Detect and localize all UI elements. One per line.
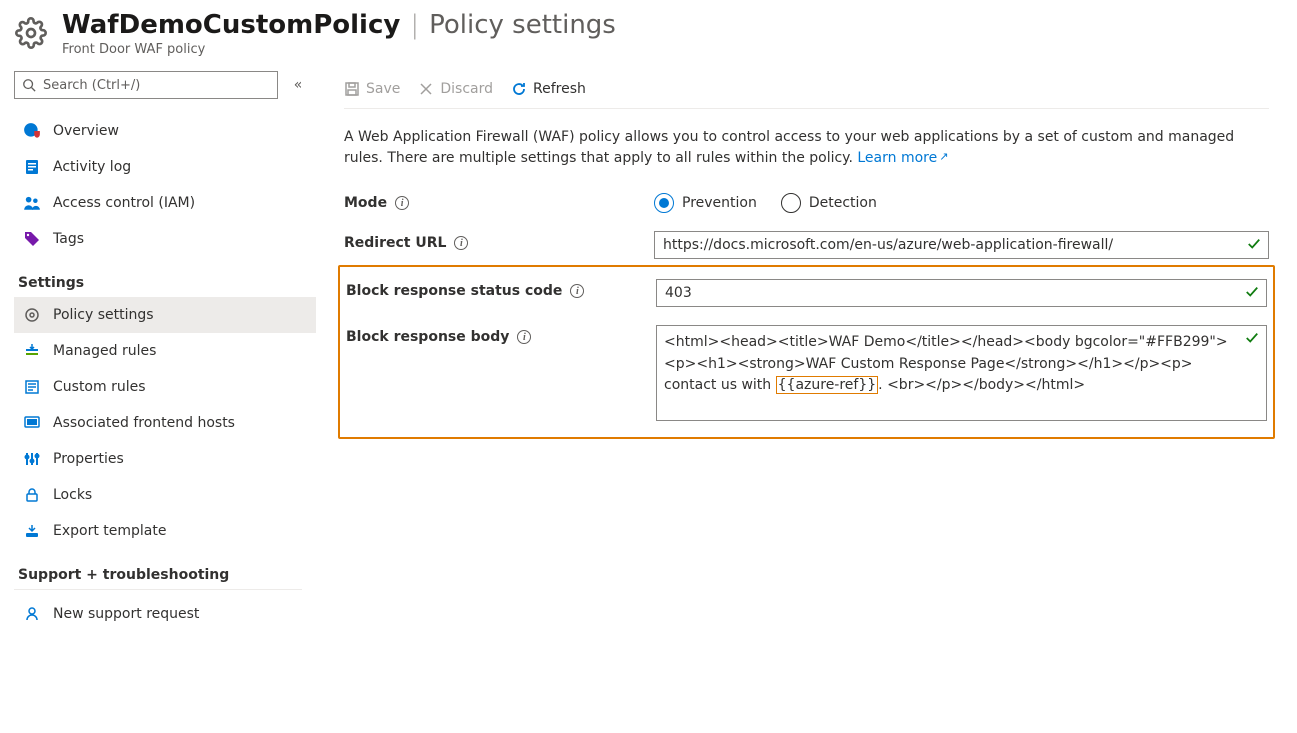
nav-tags[interactable]: Tags: [14, 221, 316, 257]
response-body-row: Block response body i <html><head><title…: [346, 325, 1267, 425]
info-icon[interactable]: i: [570, 284, 584, 298]
log-icon: [23, 158, 41, 176]
gear-icon: [23, 306, 41, 324]
info-icon[interactable]: i: [454, 236, 468, 250]
nav-group-settings: Settings: [18, 275, 316, 291]
export-icon: [23, 522, 41, 540]
button-label: Discard: [440, 81, 493, 97]
intro-text: A Web Application Firewall (WAF) policy …: [344, 129, 1234, 166]
nav-access-control[interactable]: Access control (IAM): [14, 185, 316, 221]
title-separator: |: [410, 10, 419, 40]
radio-label: Detection: [809, 195, 877, 211]
nav-label: Managed rules: [53, 343, 156, 359]
redirect-url-input[interactable]: [654, 231, 1269, 259]
status-code-label: Block response status code: [346, 283, 562, 299]
resource-type: Front Door WAF policy: [62, 42, 616, 57]
page-title: Policy settings: [429, 10, 616, 40]
nav-label: Associated frontend hosts: [53, 415, 235, 431]
nav-label: Activity log: [53, 159, 131, 175]
managed-rules-icon: [23, 342, 41, 360]
radio-icon: [781, 193, 801, 213]
status-code-input[interactable]: [656, 279, 1267, 307]
nav-export-template[interactable]: Export template: [14, 513, 316, 549]
nav-label: Locks: [53, 487, 92, 503]
response-body-label: Block response body: [346, 329, 509, 345]
mode-prevention-radio[interactable]: Prevention: [654, 193, 757, 213]
tag-icon: [23, 230, 41, 248]
search-icon: [22, 78, 36, 92]
radio-label: Prevention: [682, 195, 757, 211]
button-label: Save: [366, 81, 400, 97]
nav-locks[interactable]: Locks: [14, 477, 316, 513]
main-content: Save Discard Refresh A Web Application F…: [316, 61, 1297, 465]
nav-custom-rules[interactable]: Custom rules: [14, 369, 316, 405]
people-icon: [23, 194, 41, 212]
refresh-button[interactable]: Refresh: [511, 81, 586, 97]
nav-properties[interactable]: Properties: [14, 441, 316, 477]
redirect-url-row: Redirect URL i: [344, 231, 1269, 259]
lock-icon: [23, 486, 41, 504]
nav-associated-hosts[interactable]: Associated frontend hosts: [14, 405, 316, 441]
nav-managed-rules[interactable]: Managed rules: [14, 333, 316, 369]
valid-check-icon: [1245, 285, 1259, 299]
resource-name: WafDemoCustomPolicy: [62, 10, 400, 40]
divider: [14, 589, 302, 590]
save-icon: [344, 81, 360, 97]
nav-support-request[interactable]: New support request: [14, 596, 316, 632]
info-icon[interactable]: i: [517, 330, 531, 344]
custom-rules-icon: [23, 378, 41, 396]
nav-group-support: Support + troubleshooting: [18, 567, 316, 583]
save-button[interactable]: Save: [344, 81, 400, 97]
sidebar-nav-support: New support request: [14, 596, 316, 632]
nav-label: Custom rules: [53, 379, 146, 395]
toolbar: Save Discard Refresh: [344, 69, 1269, 109]
refresh-icon: [511, 81, 527, 97]
nav-label: Access control (IAM): [53, 195, 195, 211]
intro-paragraph: A Web Application Firewall (WAF) policy …: [344, 127, 1269, 169]
highlighted-section: Block response status code i: [338, 265, 1275, 439]
response-body-textarea[interactable]: [656, 325, 1267, 421]
page-header: WafDemoCustomPolicy | Policy settings Fr…: [0, 0, 1297, 61]
globe-shield-icon: [23, 122, 41, 140]
gear-icon: [14, 16, 48, 50]
valid-check-icon: [1247, 237, 1261, 251]
info-icon[interactable]: i: [395, 196, 409, 210]
radio-icon: [654, 193, 674, 213]
discard-button[interactable]: Discard: [418, 81, 493, 97]
mode-label: Mode: [344, 195, 387, 211]
status-code-row: Block response status code i: [346, 279, 1267, 307]
sidebar-nav-settings: Policy settings Managed rules Custom rul…: [14, 297, 316, 549]
nav-policy-settings[interactable]: Policy settings: [14, 297, 316, 333]
mode-detection-radio[interactable]: Detection: [781, 193, 877, 213]
nav-activity-log[interactable]: Activity log: [14, 149, 316, 185]
learn-more-link[interactable]: Learn more↗: [857, 150, 948, 166]
support-icon: [23, 605, 41, 623]
sliders-icon: [23, 450, 41, 468]
valid-check-icon: [1245, 331, 1259, 345]
search-input[interactable]: [14, 71, 278, 99]
close-icon: [418, 81, 434, 97]
button-label: Refresh: [533, 81, 586, 97]
sidebar-nav-general: Overview Activity log Access control (IA…: [14, 113, 316, 257]
nav-label: Policy settings: [53, 307, 154, 323]
hosts-icon: [23, 414, 41, 432]
nav-overview[interactable]: Overview: [14, 113, 316, 149]
settings-form: Mode i Prevention Detection: [344, 191, 1269, 439]
external-link-icon: ↗: [939, 150, 948, 163]
nav-label: Tags: [53, 231, 84, 247]
sidebar-collapse-button[interactable]: «: [288, 77, 308, 93]
nav-label: Overview: [53, 123, 119, 139]
mode-row: Mode i Prevention Detection: [344, 191, 1269, 213]
sidebar: « Overview Activity log Access control (…: [0, 61, 316, 652]
nav-label: New support request: [53, 606, 199, 622]
redirect-url-label: Redirect URL: [344, 235, 446, 251]
link-label: Learn more: [857, 150, 937, 166]
nav-label: Export template: [53, 523, 166, 539]
nav-label: Properties: [53, 451, 124, 467]
